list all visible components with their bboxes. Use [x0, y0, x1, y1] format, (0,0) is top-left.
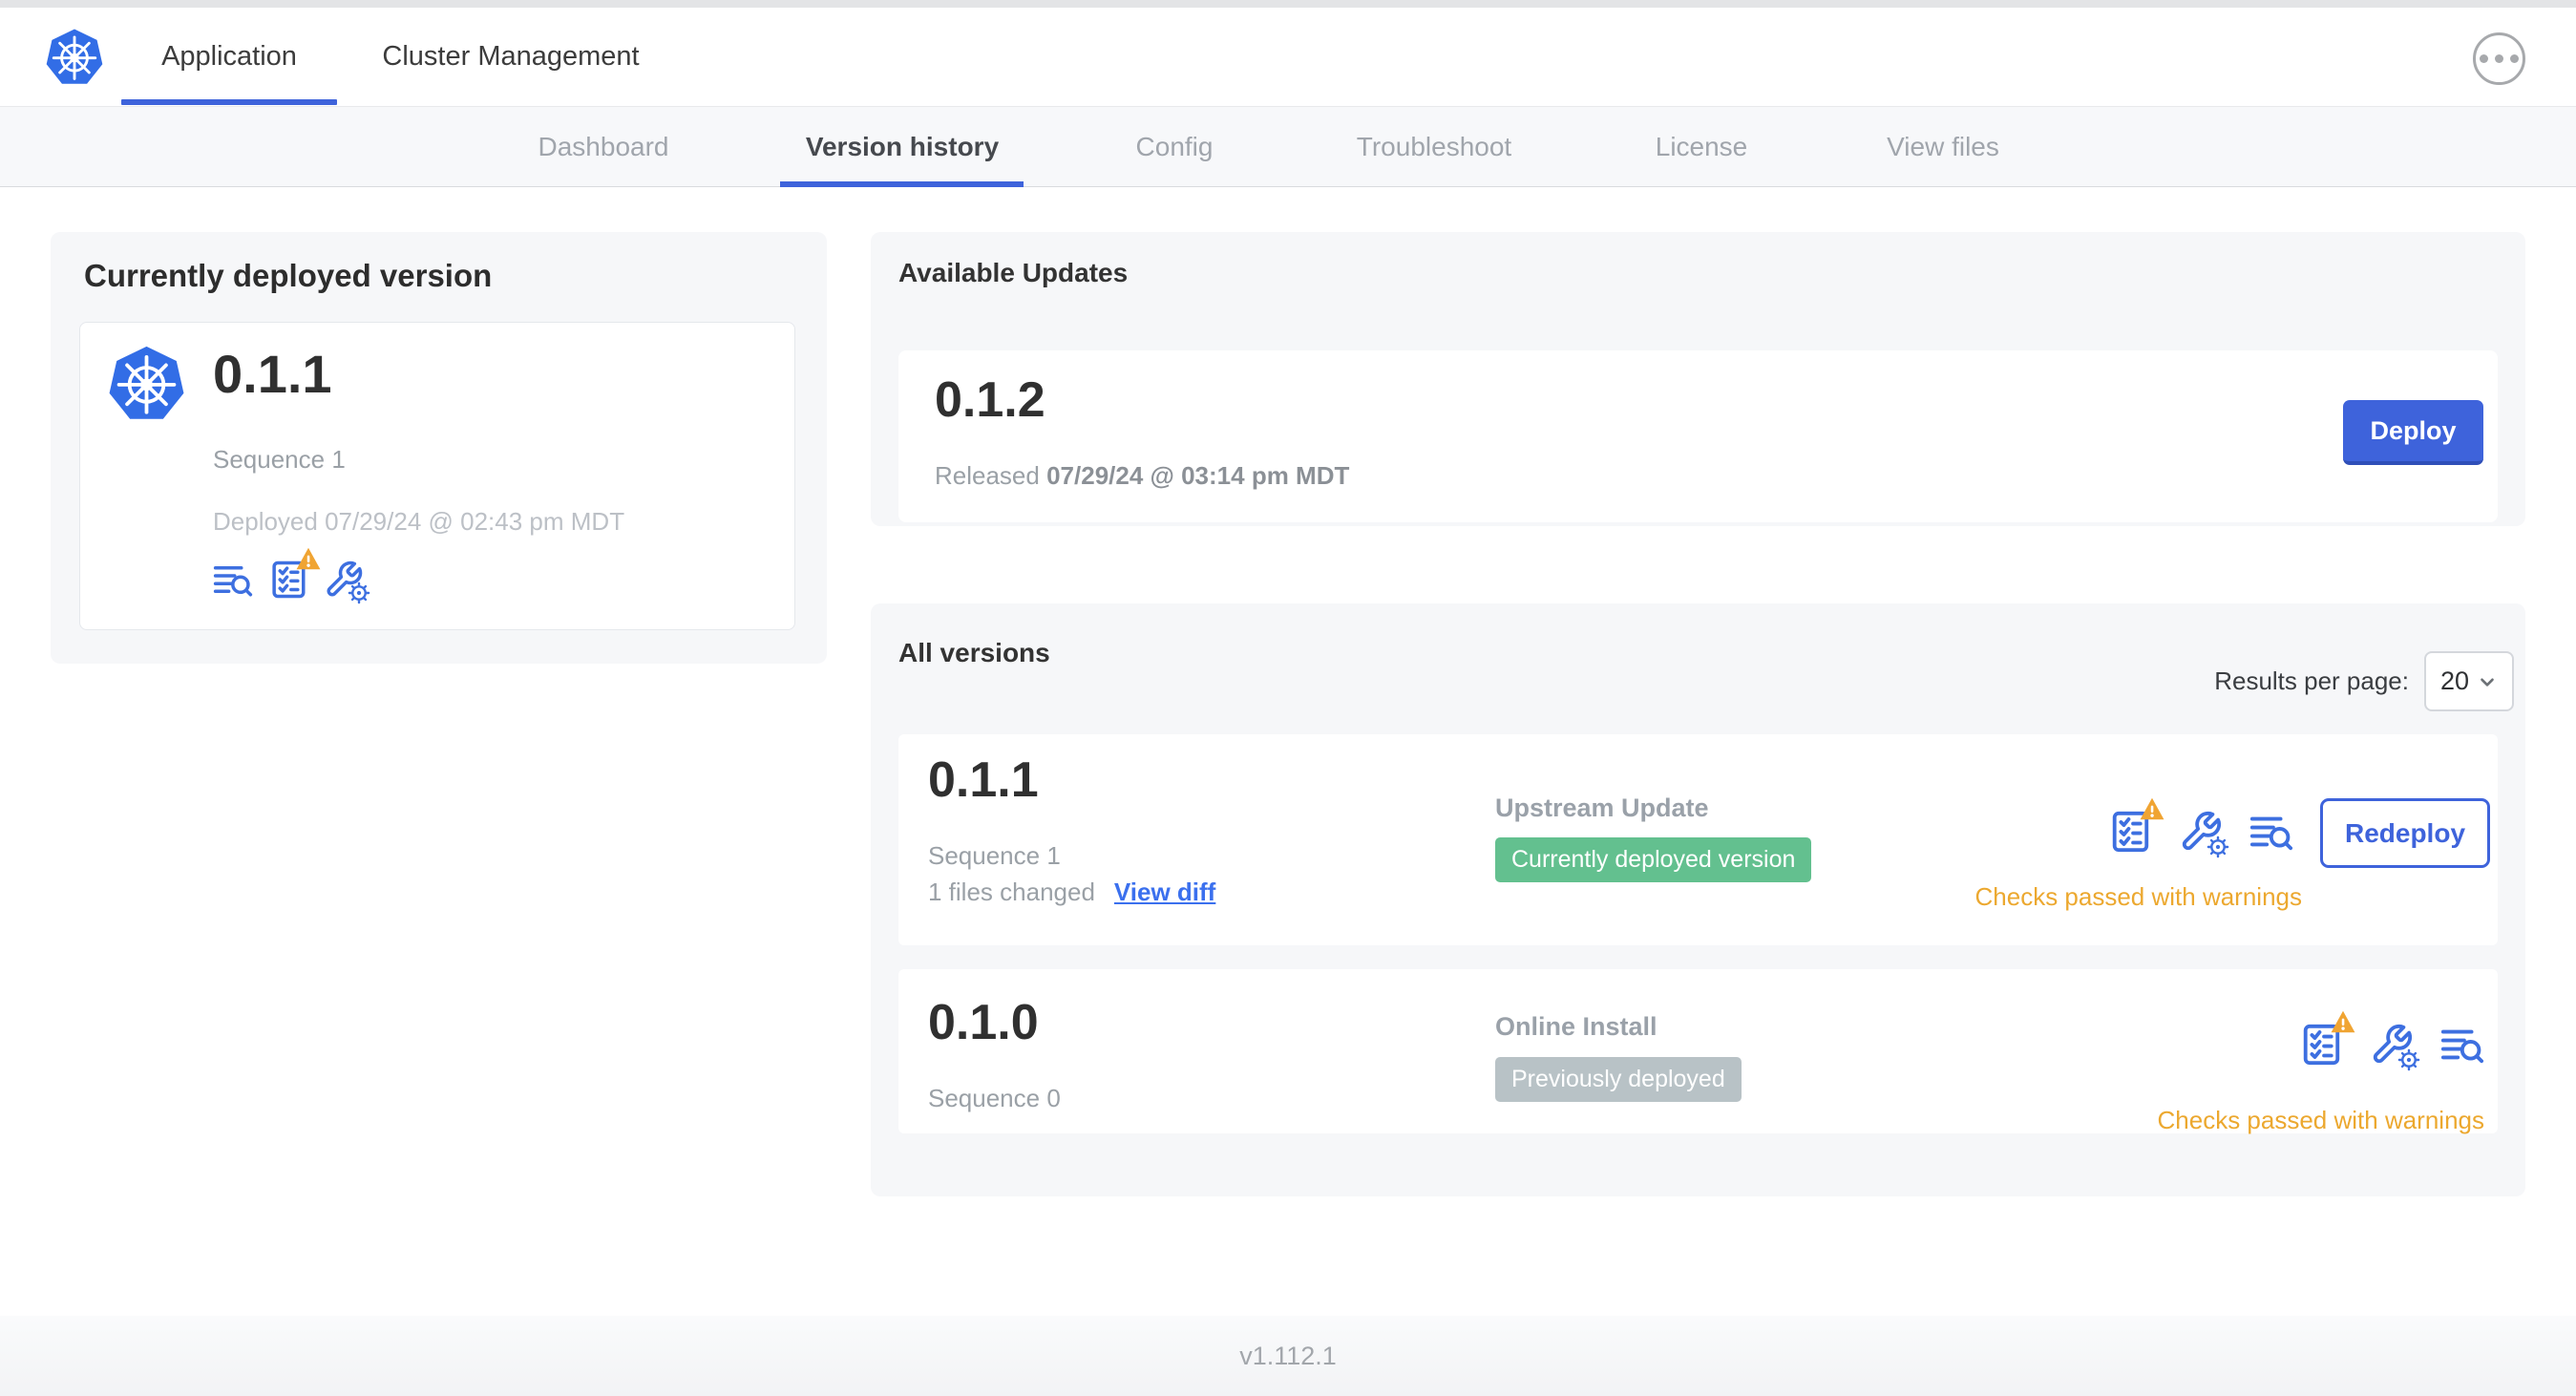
deployed-version-actions — [213, 547, 370, 604]
tab-application[interactable]: Application — [121, 8, 337, 106]
warning-icon — [2331, 1010, 2355, 1033]
results-per-page: Results per page: 20 — [2214, 651, 2514, 711]
row-sequence: Sequence 0 — [928, 1084, 1061, 1112]
gear-icon — [348, 582, 370, 604]
status-badge: Currently deployed version — [1495, 837, 1812, 882]
update-row: 0.1.2 Released 07/29/24 @ 03:14 pm MDT D… — [898, 350, 2498, 522]
row-actions — [2299, 1010, 2484, 1071]
subnav-tab-view-files[interactable]: View files — [1887, 107, 1999, 186]
row-sequence: Sequence 1 — [928, 841, 1061, 870]
logs-icon[interactable] — [213, 560, 253, 600]
checks-status[interactable]: Checks passed with warnings — [2158, 1106, 2485, 1135]
subnav-tab-troubleshoot[interactable]: Troubleshoot — [1357, 107, 1511, 186]
version-source: Upstream Update — [1495, 793, 1709, 822]
available-updates-title: Available Updates — [898, 258, 1129, 287]
kubernetes-logo-icon — [45, 28, 104, 86]
row-version-number: 0.1.1 — [928, 752, 1039, 808]
console-version: v1.112.1 — [1239, 1342, 1337, 1370]
all-versions-card: All versions Results per page: 20 0.1.1 … — [871, 603, 2525, 1196]
version-row-0-1-0: 0.1.0 Sequence 0 Online Install Previous… — [898, 969, 2498, 1135]
results-per-page-value: 20 — [2439, 666, 2470, 695]
window-edge — [0, 0, 2576, 8]
app-window: Application Cluster Management Dashboard… — [0, 0, 2576, 1396]
view-diff-link[interactable]: View diff — [1114, 878, 1215, 906]
results-per-page-label: Results per page: — [2214, 666, 2409, 695]
active-tab-underline — [121, 99, 337, 105]
active-subnav-underline — [780, 181, 1024, 187]
subnav-tab-config[interactable]: Config — [1136, 107, 1214, 186]
row-version-number: 0.1.0 — [928, 995, 1039, 1050]
more-menu-button[interactable] — [2473, 32, 2525, 85]
update-released-timestamp: Released 07/29/24 @ 03:14 pm MDT — [935, 461, 1350, 490]
deployed-sequence: Sequence 1 — [213, 445, 346, 474]
kubernetes-app-icon — [107, 344, 186, 421]
all-versions-title: All versions — [898, 638, 1050, 667]
warning-icon — [296, 547, 321, 570]
deployed-timestamp: Deployed 07/29/24 @ 02:43 pm MDT — [213, 507, 625, 536]
deploy-button[interactable]: Deploy — [2343, 400, 2483, 465]
chevron-down-icon — [2481, 677, 2494, 687]
version-source: Online Install — [1495, 1012, 1658, 1041]
tab-cluster-management[interactable]: Cluster Management — [368, 8, 654, 106]
tab-application-label: Application — [161, 41, 297, 72]
top-header: Application Cluster Management — [0, 8, 2576, 107]
deployed-version-number: 0.1.1 — [213, 344, 332, 404]
preflight-checks-warning-icon[interactable] — [268, 547, 321, 600]
row-actions — [2108, 797, 2293, 858]
logs-icon[interactable] — [2440, 1023, 2484, 1067]
results-per-page-select[interactable]: 20 — [2424, 651, 2514, 711]
checks-status[interactable]: Checks passed with warnings — [1975, 882, 2303, 912]
subnav-tab-dashboard[interactable]: Dashboard — [538, 107, 669, 186]
ellipsis-icon — [2480, 54, 2488, 63]
logs-icon[interactable] — [2249, 810, 2293, 854]
redeploy-button[interactable]: Redeploy — [2320, 798, 2490, 868]
status-badge: Previously deployed — [1495, 1057, 1742, 1102]
warning-icon — [2140, 797, 2164, 820]
gear-icon — [2397, 1048, 2420, 1071]
tab-cluster-management-label: Cluster Management — [382, 41, 640, 72]
available-updates-card: Available Updates 0.1.2 Released 07/29/2… — [871, 232, 2525, 526]
app-subnav: Dashboard Version history Config Trouble… — [0, 107, 2576, 187]
config-icon[interactable] — [2370, 1023, 2420, 1071]
gear-icon — [2206, 835, 2229, 858]
config-icon[interactable] — [324, 560, 370, 604]
currently-deployed-card: Currently deployed version 0.1.1 Sequenc… — [51, 232, 827, 664]
subnav-tab-version-history[interactable]: Version history — [806, 107, 999, 186]
update-version-number: 0.1.2 — [935, 372, 1045, 428]
page-footer: v1.112.1 — [0, 1316, 2576, 1396]
subnav-tab-license[interactable]: License — [1656, 107, 1748, 186]
released-date: 07/29/24 @ 03:14 pm MDT — [1046, 461, 1350, 490]
deployed-version-card: 0.1.1 Sequence 1 Deployed 07/29/24 @ 02:… — [79, 322, 795, 630]
config-icon[interactable] — [2179, 810, 2229, 858]
currently-deployed-title: Currently deployed version — [84, 258, 493, 293]
preflight-checks-warning-icon[interactable] — [2108, 797, 2164, 854]
version-row-0-1-1: 0.1.1 Sequence 1 1 files changed View dif… — [898, 734, 2498, 945]
files-changed: 1 files changed View diff — [928, 878, 1216, 906]
preflight-checks-warning-icon[interactable] — [2299, 1010, 2355, 1067]
